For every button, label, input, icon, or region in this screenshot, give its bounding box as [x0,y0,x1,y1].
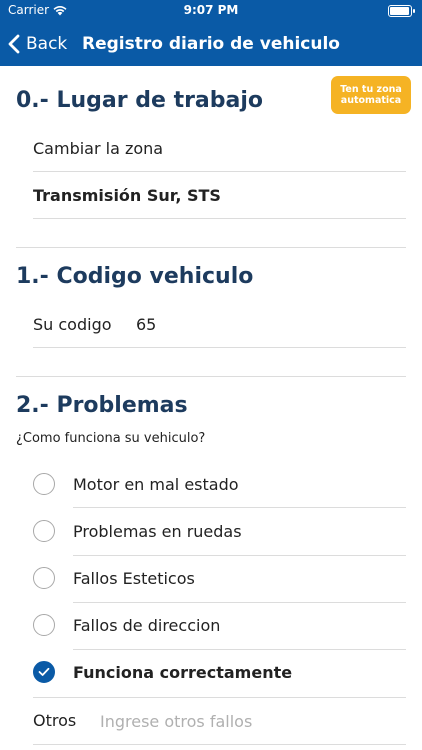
option-motor[interactable]: Motor en mal estado [33,464,406,504]
separator [33,218,406,219]
separator [73,649,406,650]
section-title-workplace: 0.- Lugar de trabajo [16,88,264,113]
separator [73,602,406,603]
option-ruedas[interactable]: Problemas en ruedas [33,511,406,551]
option-label: Funciona correctamente [73,662,293,682]
radio-unchecked-icon [33,473,55,495]
option-label: Fallos de direccion [73,615,221,635]
section-separator [16,247,406,248]
status-bar: Carrier 9:07 PM [0,0,422,22]
separator [33,171,406,172]
option-label: Motor en mal estado [73,474,239,494]
problems-question: ¿Como funciona su vehiculo? [16,431,206,446]
section-title-problems: 2.- Problemas [16,393,188,418]
radio-unchecked-icon [33,567,55,589]
auto-zone-button[interactable]: Ten tu zona automatica [331,76,411,114]
separator [33,697,406,698]
section-separator [16,376,406,377]
auto-zone-line2: automatica [340,95,402,106]
otros-input[interactable] [100,707,400,735]
radio-unchecked-icon [33,520,55,542]
page-title: Registro diario de vehiculo [82,34,340,54]
auto-zone-line1: Ten tu zona [340,84,402,95]
zone-value: Transmisión Sur, STS [33,186,221,205]
section-title-vehicle-code: 1.- Codigo vehiculo [16,264,254,289]
change-zone-link[interactable]: Cambiar la zona [33,139,163,158]
radio-unchecked-icon [33,614,55,636]
checkmark-icon [33,661,55,683]
code-label: Su codigo [33,315,112,334]
status-time: 9:07 PM [183,3,239,17]
navigation-bar: Back Registro diario de vehiculo [0,22,422,66]
option-label: Problemas en ruedas [73,521,242,541]
separator [33,347,406,348]
option-esteticos[interactable]: Fallos Esteticos [33,558,406,598]
separator [73,507,406,508]
option-funciona[interactable]: Funciona correctamente [33,652,406,692]
code-value[interactable]: 65 [136,315,156,334]
battery-icon [388,5,415,17]
option-label: Fallos Esteticos [73,568,195,588]
option-direccion[interactable]: Fallos de direccion [33,605,406,645]
separator [73,555,406,556]
otros-label: Otros [33,711,77,730]
separator [33,744,406,745]
